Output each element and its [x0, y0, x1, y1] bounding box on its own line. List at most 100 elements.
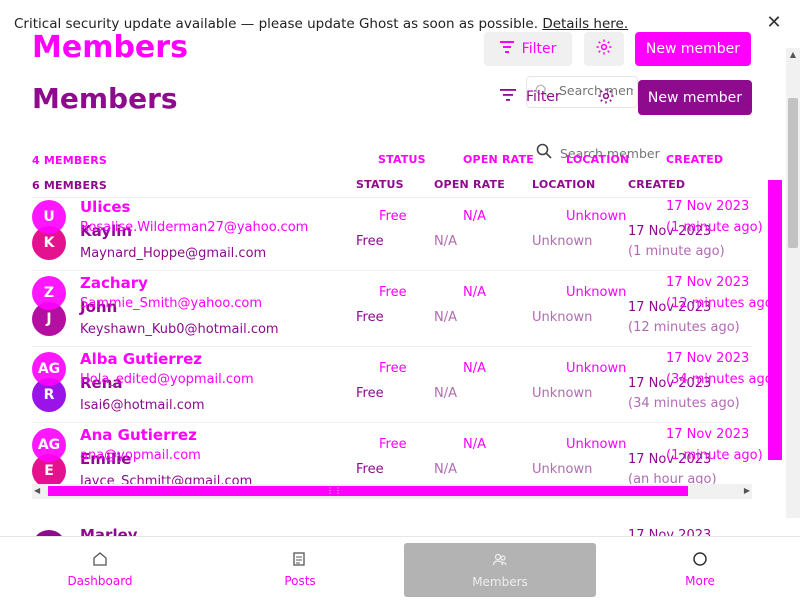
gear-icon — [597, 87, 615, 109]
nav-posts[interactable]: Posts — [240, 537, 360, 601]
search-icon — [536, 143, 552, 163]
page-title: Members — [32, 82, 178, 115]
member-status: Free — [356, 310, 384, 325]
member-created-ago: (34 minutes ago) — [628, 396, 740, 411]
member-open-rate-overlay: N/A — [463, 361, 486, 376]
member-open-rate-overlay: N/A — [463, 285, 486, 300]
column-location[interactable]: LOCATION — [532, 178, 595, 191]
member-open-rate: N/A — [434, 310, 457, 325]
member-email: Keyshawn_Kub0@hotmail.com — [80, 322, 279, 337]
member-name-overlay[interactable]: Zachary — [80, 274, 148, 292]
scroll-right-arrow-icon[interactable]: ▶ — [740, 484, 750, 498]
column-created[interactable]: CREATED — [628, 178, 685, 191]
member-location: Unknown — [532, 462, 593, 477]
member-status: Free — [356, 386, 384, 401]
member-created-date-overlay: 17 Nov 2023 — [666, 199, 750, 214]
settings-button[interactable] — [594, 86, 618, 110]
bottom-navigation: Dashboard Posts Members More — [0, 536, 800, 601]
banner-details-link[interactable]: Details here. — [542, 16, 628, 32]
member-open-rate: N/A — [434, 234, 457, 249]
row-divider — [32, 346, 752, 347]
member-email: Isai6@hotmail.com — [80, 398, 205, 413]
member-location: Unknown — [532, 234, 593, 249]
nav-more-label: More — [685, 573, 715, 588]
filter-icon — [500, 89, 516, 105]
nav-members-label: Members — [472, 574, 528, 589]
member-email: Maynard_Hoppe@gmail.com — [80, 246, 267, 261]
member-location-overlay: Unknown — [566, 285, 627, 300]
member-location: Unknown — [532, 386, 593, 401]
avatar-overlay: AG — [32, 428, 66, 462]
nav-more[interactable]: More — [640, 537, 760, 601]
member-created-ago-overlay: (34 minutes ago) — [666, 372, 778, 387]
member-email-overlay: ana@yopmail.com — [80, 448, 201, 463]
avatar-overlay: AG — [32, 352, 66, 386]
vertical-scrollbar[interactable]: ▲ — [786, 48, 800, 518]
member-open-rate: N/A — [434, 462, 457, 477]
row-divider — [32, 422, 752, 423]
member-created-date-overlay: 17 Nov 2023 — [666, 427, 750, 442]
horizontal-scrollbar-thumb[interactable] — [48, 486, 688, 496]
scroll-up-arrow-icon[interactable]: ▲ — [786, 48, 800, 62]
scrollbar-thumb[interactable] — [788, 98, 798, 248]
member-created-ago-overlay: (12 minutes ago) — [666, 296, 778, 311]
header-divider — [32, 197, 752, 198]
member-location: Unknown — [532, 310, 593, 325]
filter-label: Filter — [521, 41, 557, 57]
member-location-overlay: Unknown — [566, 437, 627, 452]
members-icon — [492, 552, 508, 571]
nav-dashboard[interactable]: Dashboard — [40, 537, 160, 601]
more-icon — [692, 551, 708, 570]
member-count-overlay: 4 MEMBERS — [32, 154, 107, 167]
member-status: Free — [356, 234, 384, 249]
column-status-overlay[interactable]: STATUS — [378, 153, 426, 166]
member-created-ago-overlay: (1 minute ago) — [666, 448, 763, 463]
filter-label: Filter — [526, 89, 561, 105]
filter-button[interactable]: Filter — [500, 86, 570, 108]
member-open-rate: N/A — [434, 386, 457, 401]
nav-members[interactable]: Members — [404, 543, 596, 597]
member-name-overlay[interactable]: Ana Gutierrez — [80, 426, 197, 444]
column-location-overlay[interactable]: LOCATION — [566, 153, 629, 166]
nav-posts-label: Posts — [284, 573, 316, 588]
settings-button-overlay[interactable] — [584, 32, 624, 66]
member-status-overlay: Free — [379, 361, 407, 376]
member-created-date-overlay: 17 Nov 2023 — [666, 351, 750, 366]
member-created-ago: (1 minute ago) — [628, 244, 725, 259]
posts-icon — [292, 551, 308, 570]
gear-icon — [595, 38, 613, 60]
member-name-overlay[interactable]: Ulices — [80, 198, 130, 216]
member-open-rate-overlay: N/A — [463, 437, 486, 452]
filter-button-overlay[interactable]: Filter — [484, 32, 572, 66]
avatar-overlay: Z — [32, 276, 66, 310]
home-icon — [92, 551, 108, 570]
member-created-ago: (12 minutes ago) — [628, 320, 740, 335]
member-status-overlay: Free — [379, 285, 407, 300]
row-divider — [32, 270, 752, 271]
page-title-overlay: Members — [32, 30, 188, 65]
column-open-rate[interactable]: OPEN RATE — [434, 178, 505, 191]
scroll-left-arrow-icon[interactable]: ◀ — [34, 484, 44, 498]
filter-icon — [499, 41, 514, 57]
column-open-rate-overlay[interactable]: OPEN RATE — [463, 153, 534, 166]
column-created-overlay[interactable]: CREATED — [666, 153, 723, 166]
horizontal-scrollbar[interactable]: ◀ ⋮⋮ ▶ — [32, 484, 752, 498]
new-member-button-overlay[interactable]: New member — [635, 32, 751, 66]
member-status-overlay: Free — [379, 209, 407, 224]
member-created-date-overlay: 17 Nov 2023 — [666, 275, 750, 290]
member-count: 6 MEMBERS — [32, 179, 107, 192]
column-status[interactable]: STATUS — [356, 178, 404, 191]
member-email-overlay: Hola_edited@yopmail.com — [80, 372, 254, 387]
new-member-button[interactable]: New member — [638, 80, 752, 115]
row-divider — [32, 498, 752, 499]
nav-dashboard-label: Dashboard — [67, 573, 133, 588]
member-status-overlay: Free — [379, 437, 407, 452]
member-created-ago-overlay: (1 minute ago) — [666, 220, 763, 235]
member-location-overlay: Unknown — [566, 361, 627, 376]
avatar-overlay: U — [32, 200, 66, 234]
member-name-overlay[interactable]: Alba Gutierrez — [80, 350, 202, 368]
scrollbar-grip-icon: ⋮⋮ — [326, 486, 342, 495]
close-icon[interactable]: ✕ — [765, 14, 783, 32]
member-email-overlay: Sammie_Smith@yahoo.com — [80, 296, 262, 311]
member-email-overlay: Rosalise.Wilderman27@yahoo.com — [80, 220, 309, 235]
